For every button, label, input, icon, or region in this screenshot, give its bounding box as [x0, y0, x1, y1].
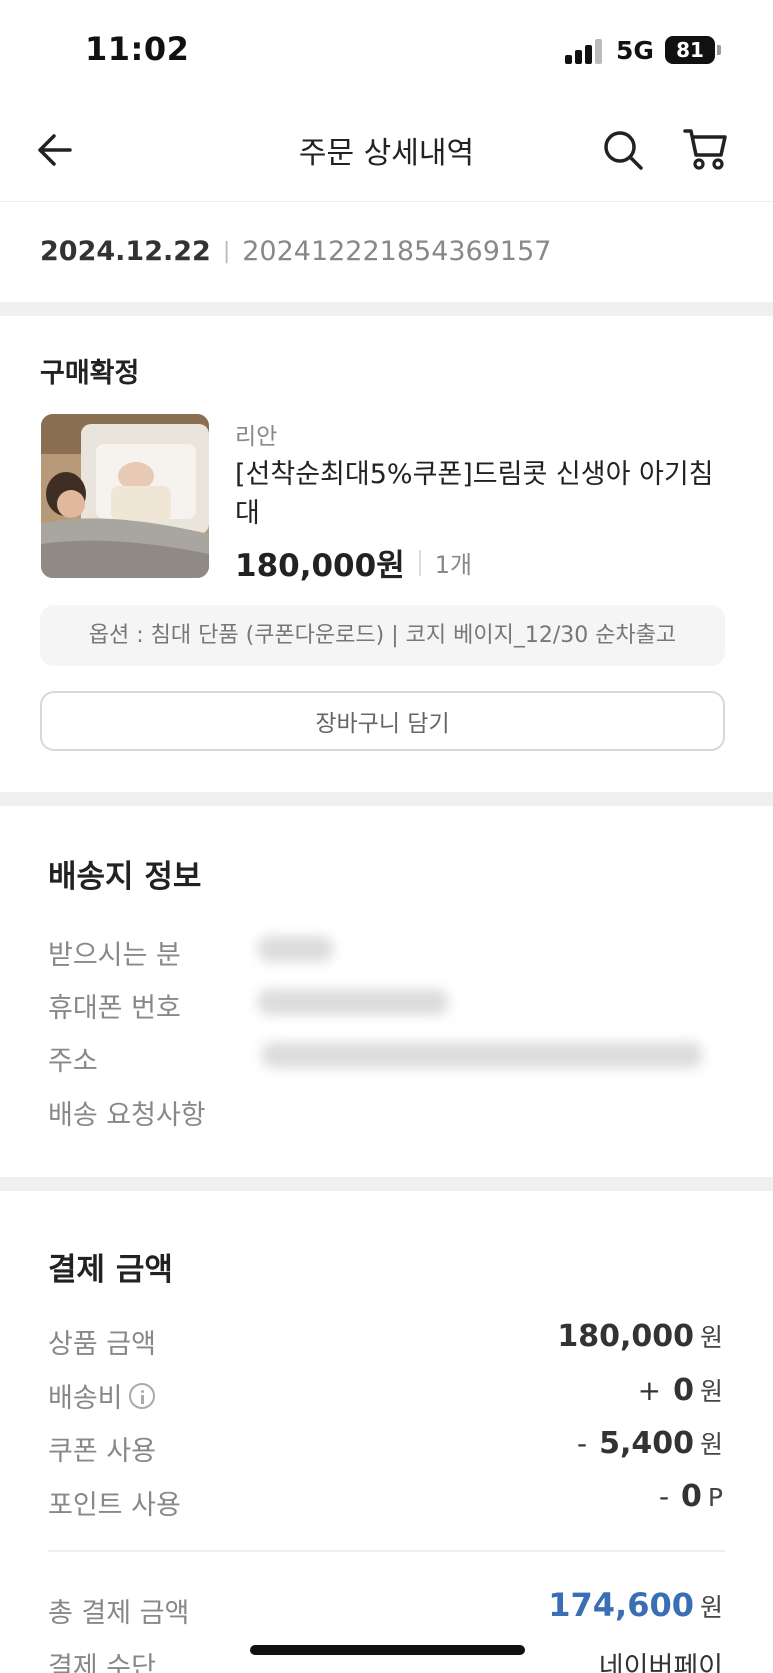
address-label: 주소	[48, 1046, 98, 1077]
recipient-label: 받으시는 분	[48, 940, 181, 971]
delivery-request-label: 배송 요청사항	[48, 1100, 206, 1131]
points-value: - 0 P	[658, 1479, 723, 1514]
page-title: 주문 상세내역	[298, 136, 475, 171]
address-value-redacted	[262, 1042, 702, 1068]
phone-value-redacted	[258, 989, 448, 1015]
shipping-section-title: 배송지 정보	[48, 859, 202, 895]
product-thumbnail[interactable]	[41, 414, 209, 578]
status-time: 11:02	[85, 30, 190, 68]
cart-icon[interactable]	[683, 126, 729, 172]
section-gap	[0, 1177, 773, 1191]
total-amount-label: 총 결제 금액	[48, 1598, 190, 1629]
section-gap	[0, 792, 773, 806]
order-date: 2024.12.22	[40, 236, 211, 267]
add-to-cart-button[interactable]: 장바구니 담기	[40, 691, 725, 751]
status-bar: 11:02 5G 81	[0, 0, 773, 100]
network-label: 5G	[616, 36, 654, 65]
price-separator	[418, 549, 421, 576]
coupon-value: - 5,400 원	[576, 1426, 723, 1461]
recipient-value-redacted	[258, 936, 333, 962]
payment-method-value: 네이버페이	[598, 1652, 723, 1673]
section-gap	[0, 302, 773, 316]
order-number: 2024122218543691​57	[242, 236, 552, 267]
phone-label: 휴대폰 번호	[48, 993, 181, 1024]
signal-icon	[565, 38, 605, 64]
product-quantity: 1개	[434, 551, 473, 579]
app-header: 주문 상세내역	[0, 100, 773, 202]
home-indicator	[250, 1645, 525, 1655]
order-meta: 2024.12.22 | 2024122218543691​57	[40, 236, 551, 267]
info-icon[interactable]	[128, 1382, 155, 1409]
total-amount-value: 174,600 원	[548, 1586, 723, 1624]
order-separator: |	[222, 239, 231, 264]
coupon-label: 쿠폰 사용	[48, 1436, 156, 1467]
product-name[interactable]: [선착순최대5%쿠폰]드림콧 신생아 아기침대	[235, 455, 735, 533]
product-amount-label: 상품 금액	[48, 1329, 156, 1360]
battery-cap	[717, 45, 721, 55]
search-icon[interactable]	[601, 128, 645, 172]
points-label: 포인트 사용	[48, 1490, 181, 1521]
battery-icon: 81	[665, 36, 715, 64]
product-brand: 리안	[235, 424, 278, 450]
payment-divider	[48, 1550, 725, 1552]
order-status-label: 구매확정	[40, 358, 140, 389]
payment-method-label: 결제 수단	[48, 1652, 156, 1673]
payment-section-title: 결제 금액	[48, 1252, 173, 1288]
price-row: 180,000원 1개	[235, 540, 472, 585]
shipping-fee-value: + 0 원	[637, 1373, 723, 1408]
product-amount-value: 180,000 원	[557, 1319, 723, 1354]
product-price: 180,000원	[235, 548, 405, 584]
shipping-fee-label: 배송비	[48, 1376, 155, 1415]
product-option: 옵션 : 침대 단품 (쿠폰다운로드) | 코지 베이지_12/30 순차출고	[40, 605, 725, 666]
